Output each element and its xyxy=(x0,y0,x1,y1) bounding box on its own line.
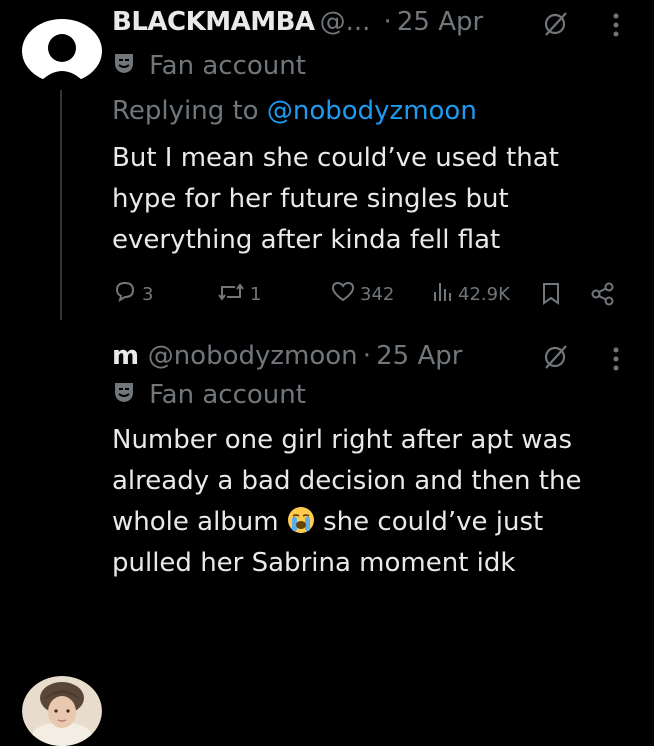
handle[interactable]: @... xyxy=(320,7,371,37)
repost-button[interactable]: 1 xyxy=(216,276,261,312)
slashed-circle-icon[interactable] xyxy=(540,9,570,43)
theater-mask-icon xyxy=(112,51,136,88)
tweet-text-segment: she could’ve just xyxy=(323,507,544,537)
like-button[interactable]: 342 xyxy=(330,276,394,312)
handle[interactable]: @nobodyzmoon xyxy=(148,341,358,371)
tweet-actions: 3 1 342 42.9K xyxy=(112,276,632,312)
display-name[interactable]: m xyxy=(112,341,139,371)
tweet-item[interactable]: m @nobodyzmoon · 25 Apr Fan account Numb… xyxy=(0,330,654,746)
repost-count: 1 xyxy=(250,283,262,305)
tweet-text-segment: whole album xyxy=(112,507,279,537)
avatar[interactable] xyxy=(22,676,102,746)
reply-button[interactable]: 3 xyxy=(112,276,153,312)
more-vertical-icon[interactable] xyxy=(606,8,626,46)
display-name[interactable]: BLACKMAMBA xyxy=(112,7,315,37)
replying-to-label: Replying to xyxy=(112,96,259,126)
like-count: 342 xyxy=(360,283,395,305)
more-vertical-icon[interactable] xyxy=(606,342,626,380)
views-button[interactable]: 42.9K xyxy=(432,276,510,312)
tweet-text-line: already a bad decision and then the xyxy=(112,466,582,496)
slashed-circle-icon[interactable] xyxy=(540,342,570,376)
theater-mask-icon xyxy=(112,380,136,417)
tweet-text-line: pulled her Sabrina moment idk xyxy=(112,548,516,578)
tweet-text-line-with-emoji: whole album she could’ve just xyxy=(112,502,632,543)
timestamp[interactable]: 25 Apr xyxy=(397,7,483,37)
views-count: 42.9K xyxy=(458,283,510,305)
fan-account-label: Fan account xyxy=(149,380,306,410)
reply-icon xyxy=(112,279,138,310)
dot-separator: · xyxy=(362,341,372,371)
share-icon[interactable] xyxy=(590,276,616,312)
thread-line xyxy=(60,90,62,320)
tweet-text-line: everything after kinda fell flat xyxy=(112,225,501,255)
fan-account-label: Fan account xyxy=(149,51,306,81)
tweet-text: But I mean she could’ve used that hype f… xyxy=(112,138,632,261)
tweet-text-line: Number one girl right after apt was xyxy=(112,425,573,455)
repost-icon xyxy=(216,279,246,310)
tweet-text-line: hype for her future singles but xyxy=(112,184,509,214)
bookmark-icon[interactable] xyxy=(540,276,562,312)
avatar[interactable] xyxy=(20,18,104,84)
dot-separator: · xyxy=(383,7,392,37)
views-icon xyxy=(432,279,454,310)
heart-icon xyxy=(330,279,356,310)
replying-to-mention[interactable]: @nobodyzmoon xyxy=(267,96,477,126)
loudly-crying-face-emoji xyxy=(287,506,315,534)
tweet-text-line: But I mean she could’ve used that xyxy=(112,143,559,173)
timestamp[interactable]: 25 Apr xyxy=(376,341,462,371)
reply-count: 3 xyxy=(142,283,154,305)
tweet-item[interactable]: BLACKMAMBA @... · 25 Apr Fan account Rep… xyxy=(0,0,654,320)
tweet-text: Number one girl right after apt was alre… xyxy=(112,420,632,584)
